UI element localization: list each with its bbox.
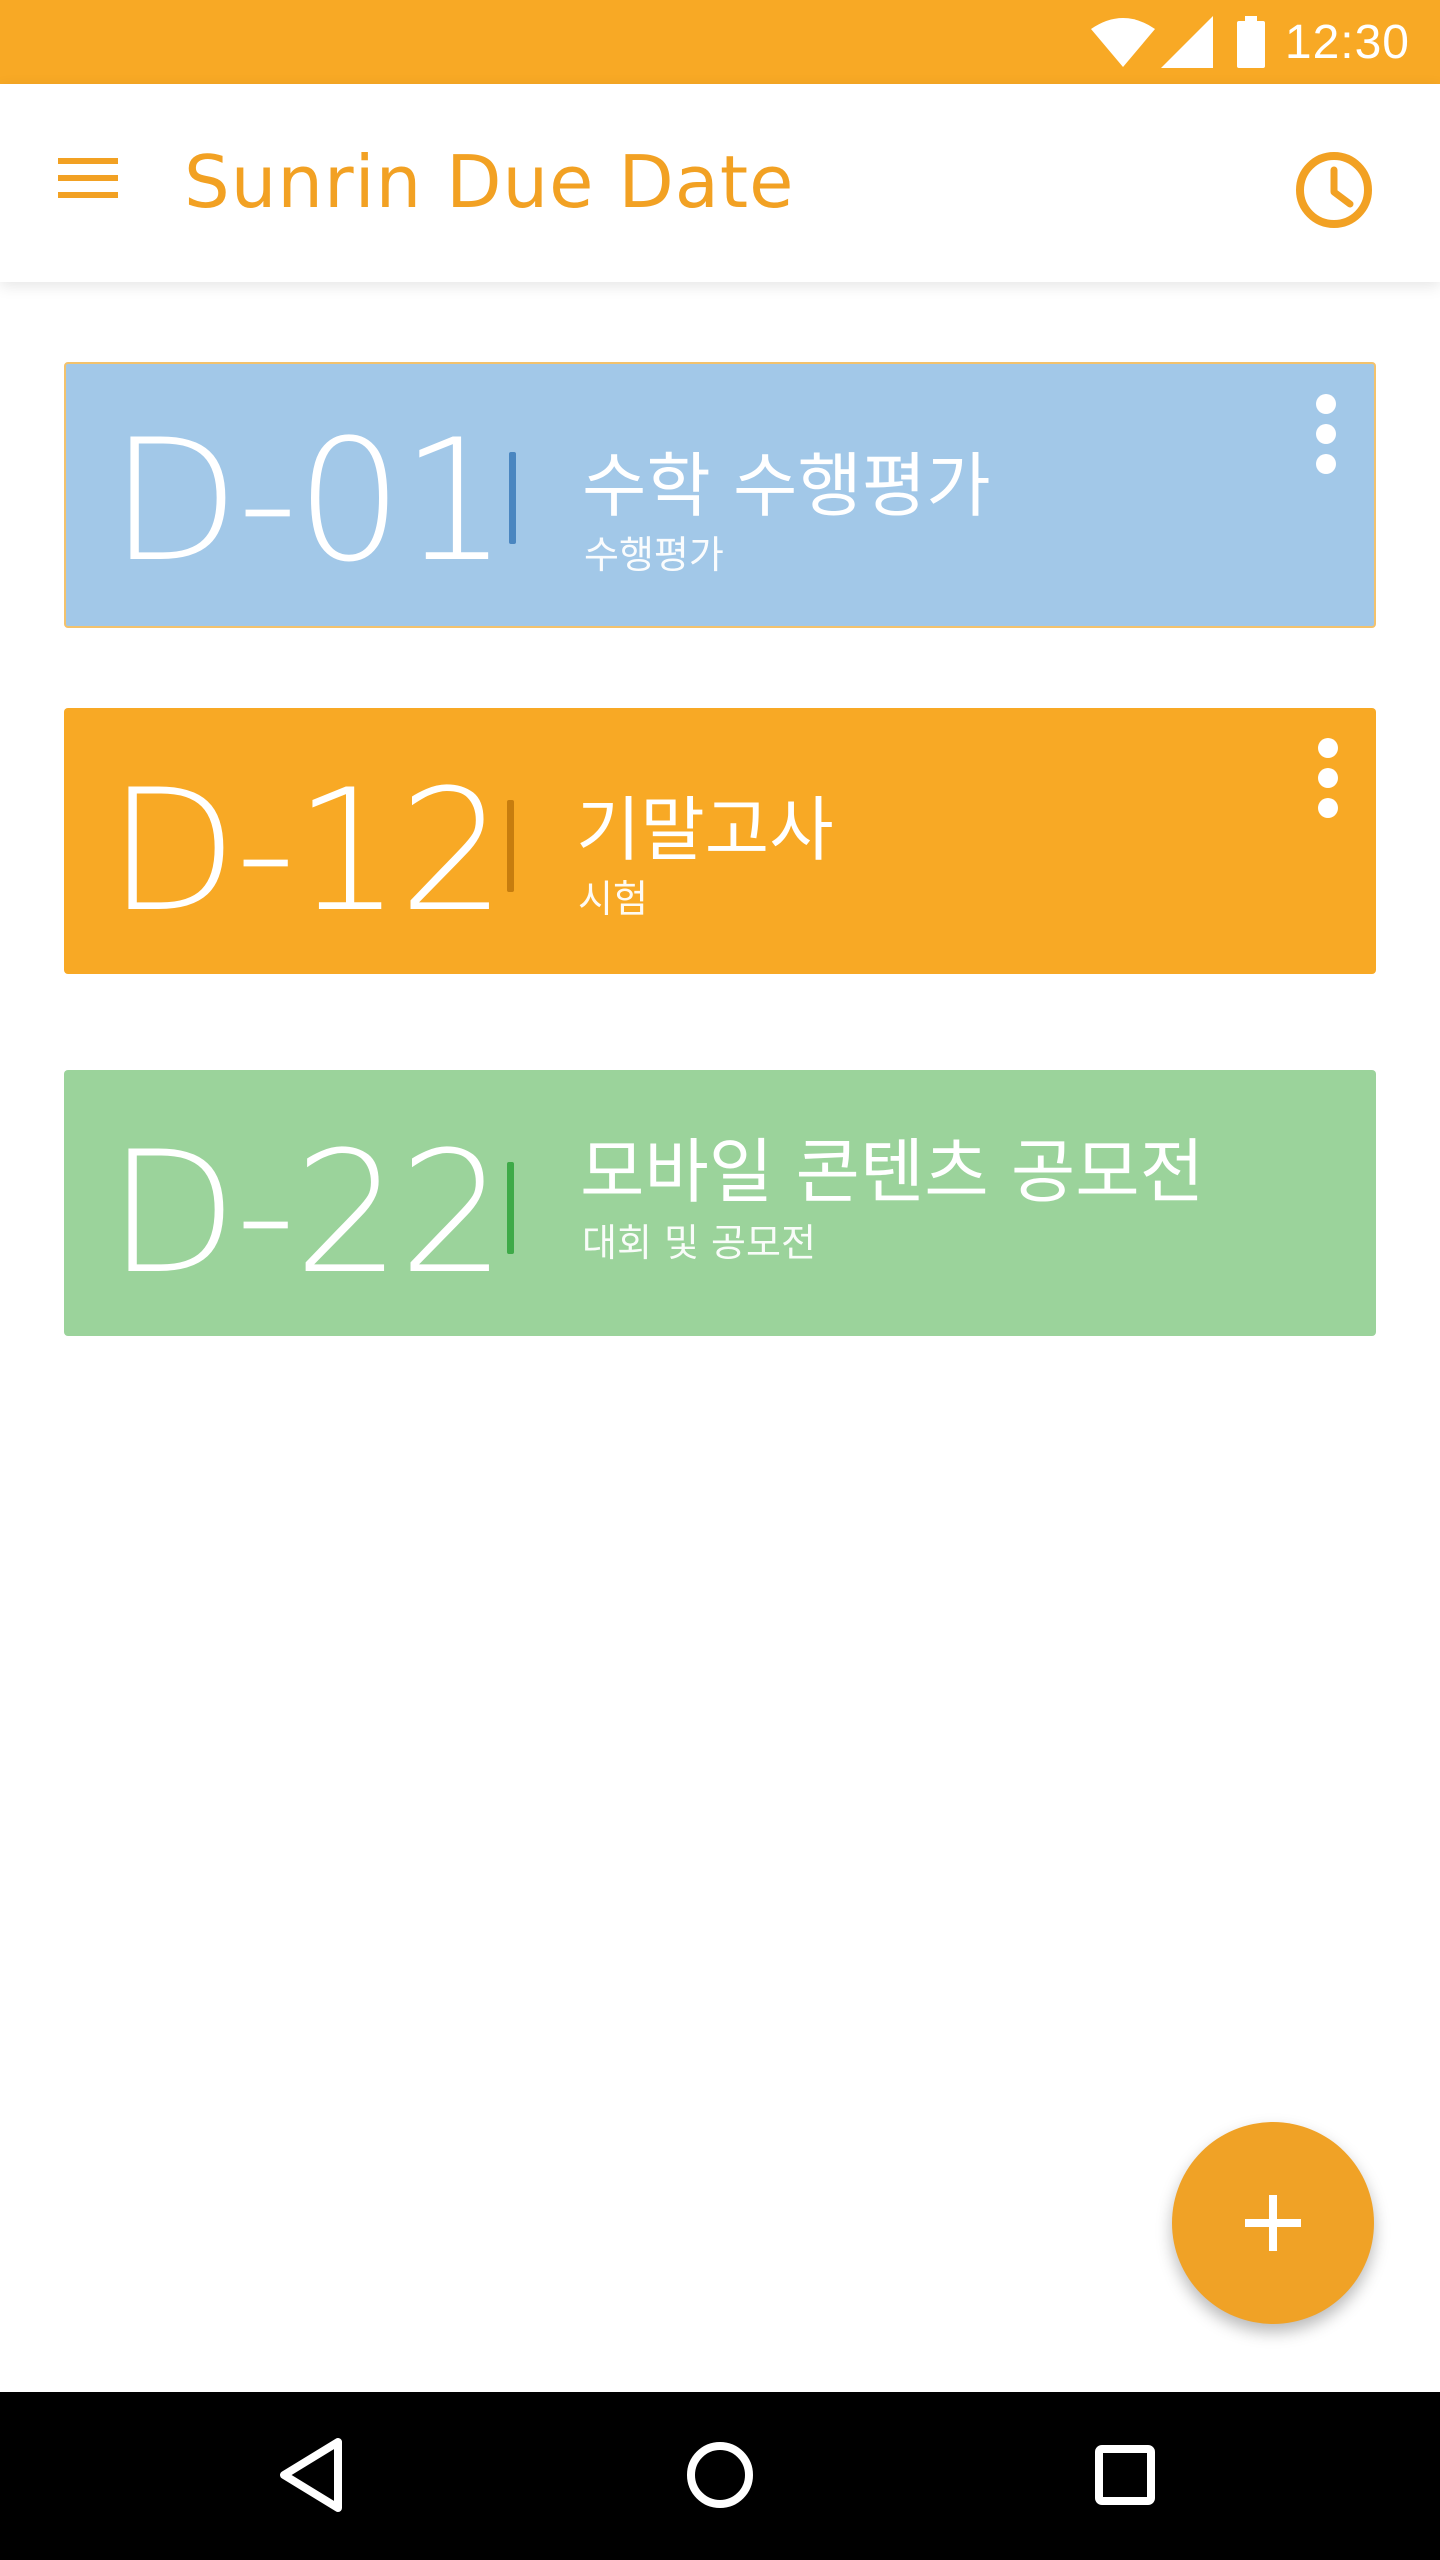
- due-card[interactable]: D-01 수학 수행평가 수행평가: [64, 362, 1376, 628]
- card-subtitle: 시험: [578, 877, 648, 921]
- home-icon[interactable]: [675, 2430, 765, 2520]
- card-divider: [509, 452, 516, 544]
- due-card[interactable]: D-12 기말고사 시험: [64, 708, 1376, 974]
- app-bar: Sunrin Due Date: [0, 84, 1440, 282]
- more-options-icon[interactable]: [1306, 394, 1346, 494]
- dday-label: D-01: [110, 403, 508, 599]
- card-subtitle: 대회 및 공모전: [582, 1221, 816, 1265]
- due-card[interactable]: D-22 모바일 콘텐츠 공모전 대회 및 공모전: [64, 1070, 1376, 1336]
- cell-signal-icon: [1160, 16, 1213, 68]
- hamburger-menu-icon[interactable]: [58, 156, 128, 212]
- system-nav-bar: [0, 2392, 1440, 2560]
- plus-icon: [1245, 2195, 1301, 2251]
- battery-icon: [1236, 16, 1265, 68]
- status-time: 12:30: [1284, 15, 1410, 69]
- card-title: 모바일 콘텐츠 공모전: [580, 1131, 1205, 1213]
- card-divider: [507, 1162, 514, 1254]
- card-divider: [507, 800, 514, 892]
- card-subtitle: 수행평가: [584, 533, 724, 577]
- status-bar: 12:30: [0, 0, 1440, 84]
- clock-icon[interactable]: [1294, 150, 1374, 230]
- card-title: 수학 수행평가: [582, 445, 991, 527]
- dday-label: D-12: [108, 753, 506, 949]
- card-title: 기말고사: [576, 789, 834, 871]
- recents-icon[interactable]: [1080, 2430, 1170, 2520]
- app-title: Sunrin Due Date: [184, 140, 795, 224]
- add-task-button[interactable]: [1172, 2122, 1374, 2324]
- dday-label: D-22: [108, 1115, 506, 1311]
- back-icon[interactable]: [270, 2430, 360, 2520]
- more-options-icon[interactable]: [1308, 738, 1348, 838]
- status-icons: 12:30: [1090, 0, 1440, 84]
- wifi-icon: [1090, 17, 1155, 67]
